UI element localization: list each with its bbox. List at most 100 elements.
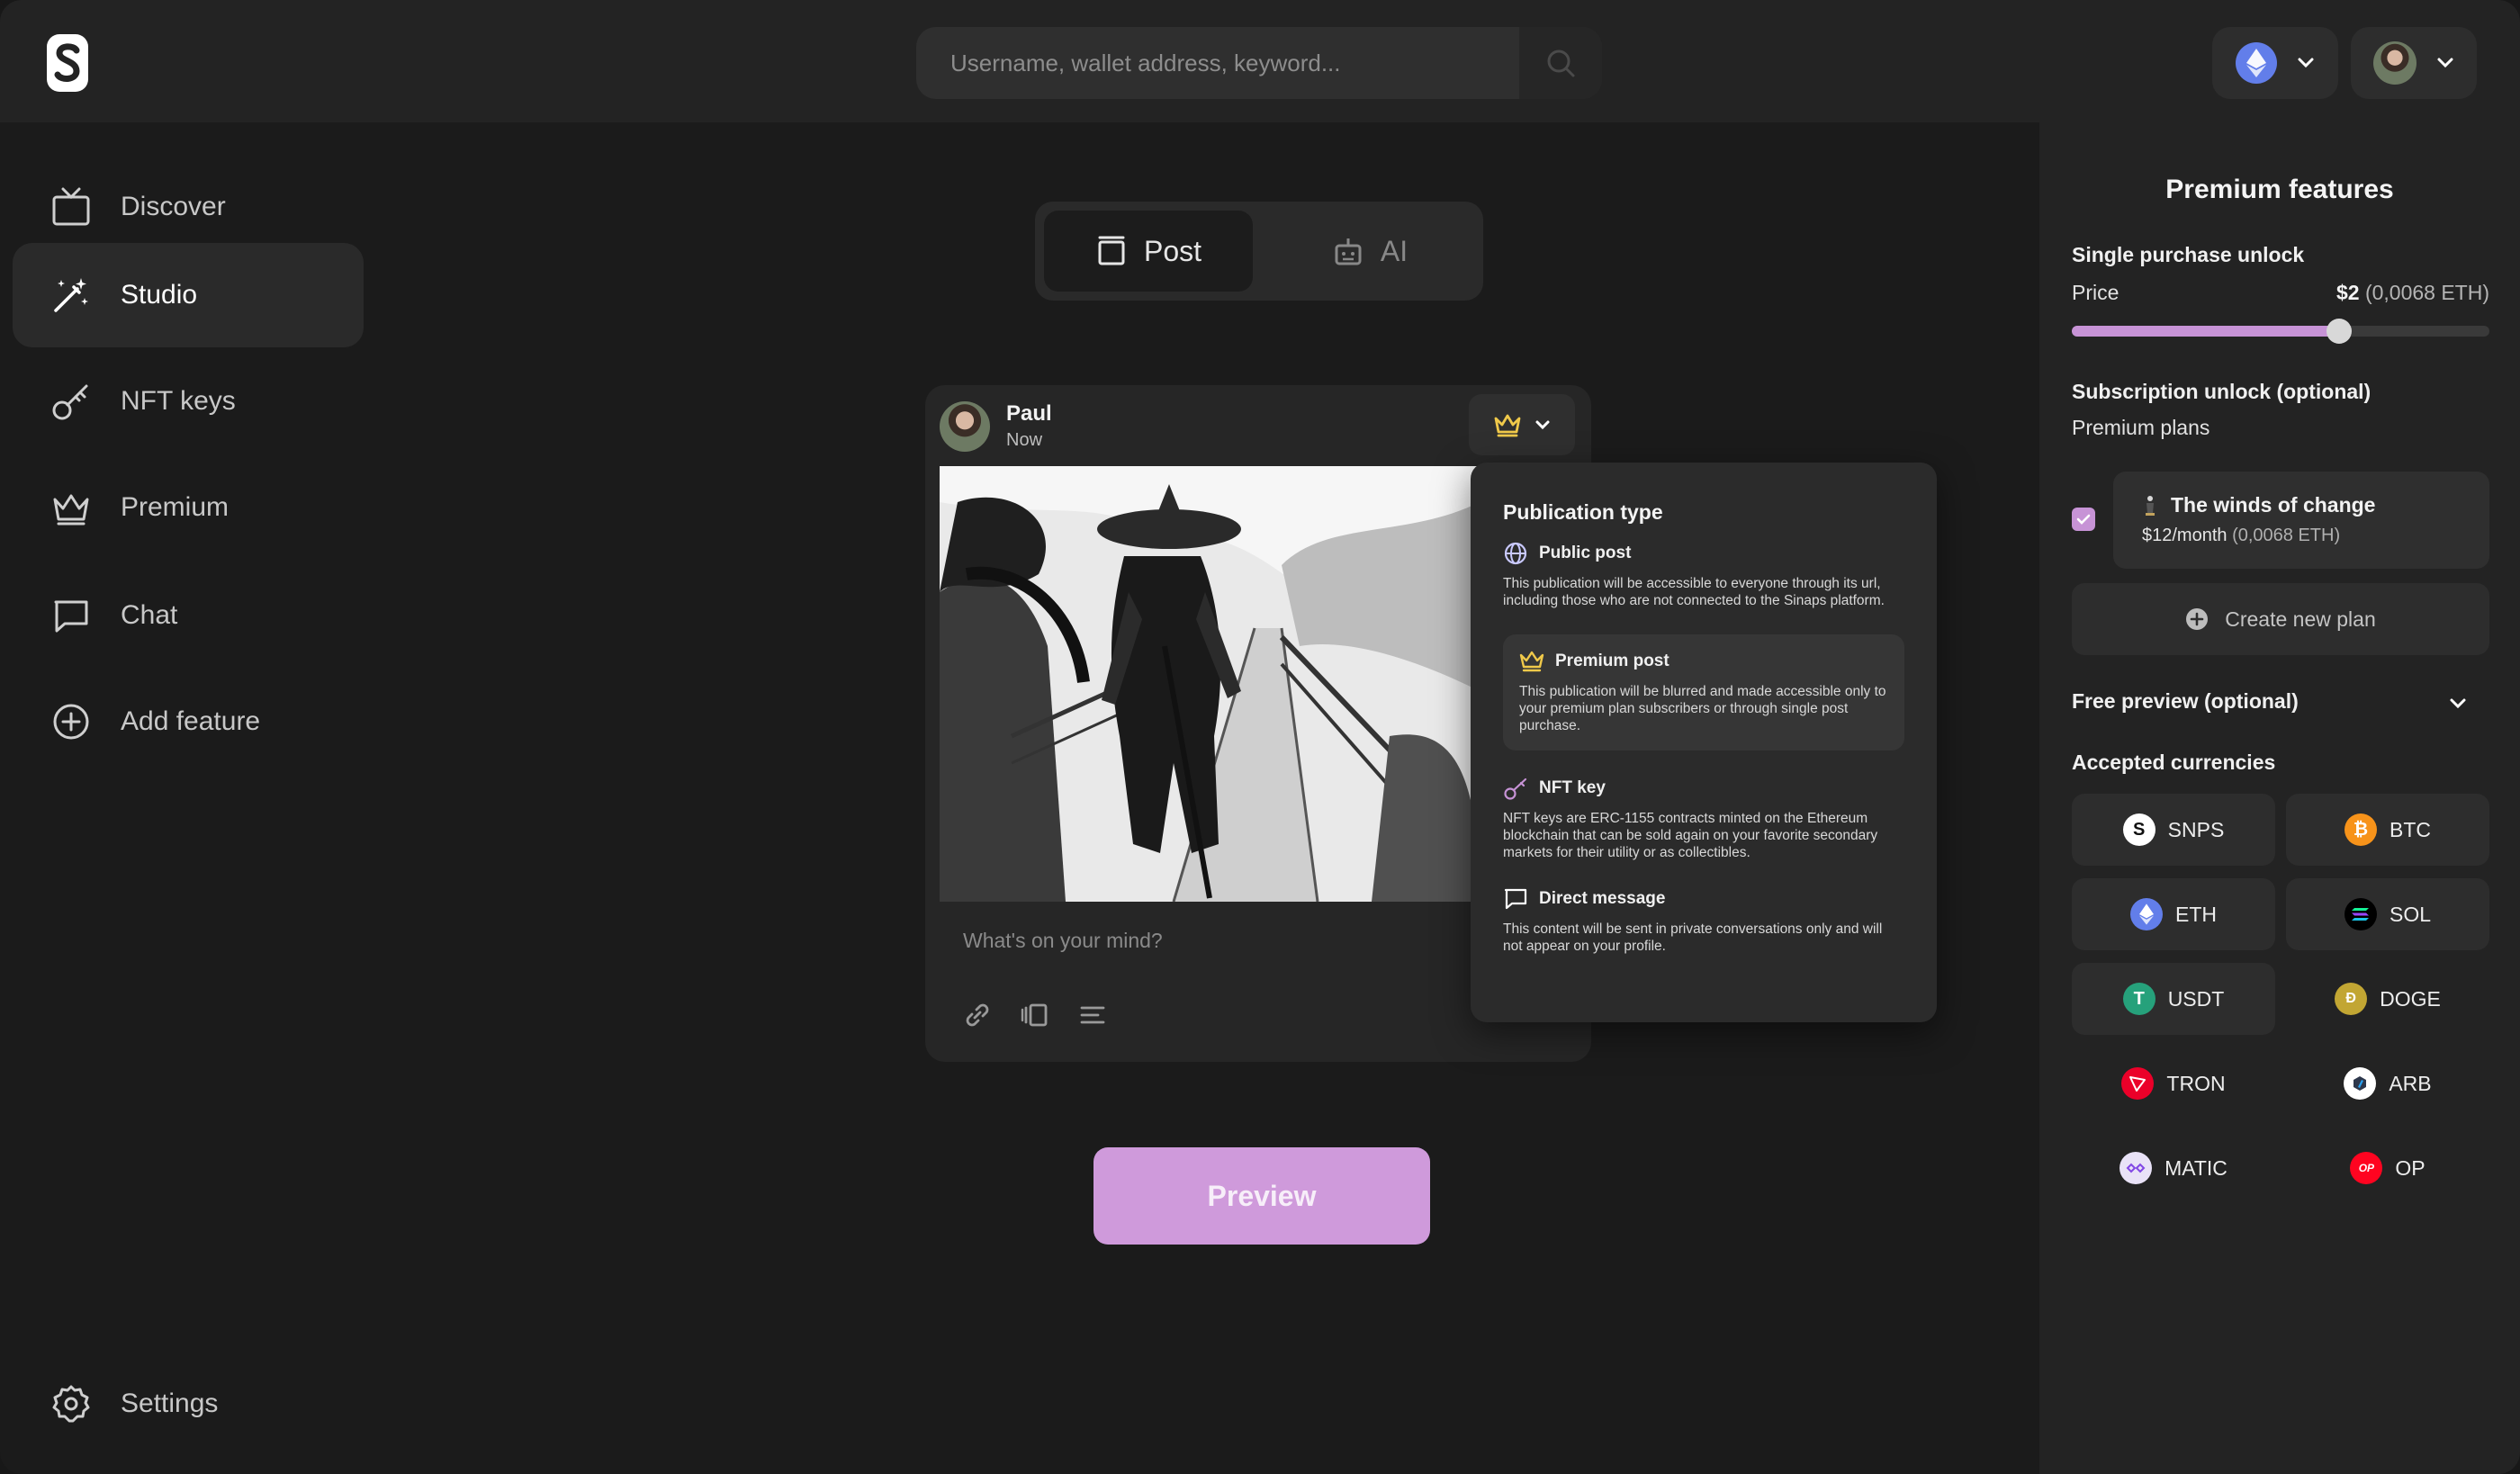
free-preview-toggle[interactable]: Free preview (optional) — [2072, 689, 2299, 714]
premium-features-panel: Premium features Single purchase unlock … — [2039, 122, 2520, 1474]
currency-doge[interactable]: Ð DOGE — [2286, 963, 2489, 1035]
option-label: Premium post — [1555, 652, 1670, 670]
currency-label: DOGE — [2380, 986, 2441, 1011]
price-label: Price — [2072, 281, 2120, 304]
post-icon — [1098, 236, 1125, 265]
post-toolbar — [963, 1001, 1107, 1029]
key-icon — [52, 384, 88, 420]
chevron-down-icon[interactable] — [2448, 697, 2468, 711]
tv-icon — [52, 187, 90, 226]
sinaps-logo[interactable] — [47, 34, 88, 92]
currency-label: ETH — [2175, 902, 2217, 926]
currency-btc[interactable]: ₿ BTC — [2286, 794, 2489, 866]
tab-label: AI — [1380, 234, 1408, 267]
option-description: This publication will be accessible to e… — [1503, 576, 1885, 608]
option-description: This content will be sent in private con… — [1503, 921, 1883, 954]
gear-icon — [52, 1385, 90, 1423]
search-button[interactable] — [1519, 27, 1602, 99]
polygon-icon — [2120, 1152, 2153, 1184]
ethereum-icon — [2130, 898, 2163, 930]
chat-icon — [1504, 888, 1527, 910]
option-label: Public post — [1539, 544, 1632, 562]
network-selector[interactable] — [2212, 27, 2338, 99]
currency-label: SNPS — [2167, 817, 2225, 841]
link-icon[interactable] — [963, 1001, 992, 1029]
create-plan-button[interactable]: Create new plan — [2072, 583, 2489, 655]
sidebar-item-label: Discover — [121, 192, 226, 221]
currency-sol[interactable]: SOL — [2286, 878, 2489, 950]
option-premium-post[interactable]: Premium post This publication will be bl… — [1503, 634, 1904, 750]
post-image — [940, 466, 1480, 902]
dogecoin-icon: Ð — [2335, 983, 2368, 1015]
currency-matic[interactable]: MATIC — [2072, 1132, 2275, 1204]
option-nft-key[interactable]: NFT key NFT keys are ERC-1155 contracts … — [1503, 776, 1904, 861]
key-icon — [1504, 777, 1527, 800]
price-slider[interactable] — [2072, 319, 2489, 344]
premium-plans-label: Premium plans — [2072, 416, 2210, 439]
preview-button[interactable]: Preview — [1094, 1147, 1430, 1245]
currency-tron[interactable]: TRON — [2072, 1047, 2275, 1119]
tab-label: Post — [1143, 234, 1202, 267]
editor-mode-tabs: Post AI — [1035, 202, 1483, 301]
price-slider-handle[interactable] — [2326, 319, 2352, 344]
chevron-down-icon — [1535, 420, 1550, 430]
app-window: Discover Studio NFT keys — [0, 0, 2520, 1474]
panel-title: Premium features — [2165, 175, 2394, 204]
crown-icon — [1519, 651, 1544, 672]
currency-label: TRON — [2166, 1071, 2226, 1095]
plan-name: The winds of change — [2171, 493, 2376, 517]
sidebar-item-add-feature[interactable]: Add feature — [13, 670, 364, 774]
currency-label: ARB — [2389, 1071, 2432, 1095]
plan-figure-icon — [2146, 496, 2155, 516]
sidebar-item-studio[interactable]: Studio — [13, 243, 364, 347]
solana-icon — [2344, 898, 2377, 930]
plan-checkbox[interactable] — [2072, 508, 2095, 531]
price-usd: $2 — [2336, 281, 2360, 304]
sidebar-item-label: Studio — [121, 280, 198, 310]
option-label: NFT key — [1539, 778, 1606, 797]
post-text-input[interactable]: What's on your mind? — [963, 929, 1163, 953]
currency-arb[interactable]: ARB — [2286, 1047, 2489, 1119]
sidebar-item-chat[interactable]: Chat — [13, 563, 364, 668]
bitcoin-icon: ₿ — [2344, 813, 2377, 846]
sidebar: Discover Studio NFT keys Premium Chat Ad… — [0, 122, 378, 1474]
tab-ai[interactable]: AI — [1265, 211, 1474, 292]
robot-icon — [1335, 238, 1362, 265]
option-direct-message[interactable]: Direct message This content will be sent… — [1503, 886, 1904, 955]
currency-label: OP — [2395, 1155, 2426, 1180]
sidebar-item-label: Chat — [121, 600, 178, 630]
sidebar-item-settings[interactable]: Settings — [13, 1352, 364, 1456]
publication-type-button[interactable] — [1469, 394, 1575, 455]
sidebar-item-nft-keys[interactable]: NFT keys — [13, 349, 364, 454]
search-input[interactable] — [916, 27, 1519, 99]
author-name: Paul — [1006, 401, 1052, 426]
accepted-currencies-title: Accepted currencies — [2072, 750, 2276, 774]
top-bar — [0, 0, 2520, 122]
premium-plan-card[interactable]: The winds of change $12/month (0,0068 ET… — [2113, 472, 2489, 569]
tether-icon: T — [2122, 983, 2156, 1015]
sidebar-item-label: Add feature — [121, 706, 261, 736]
option-public-post[interactable]: Public post This publication will be acc… — [1503, 541, 1904, 609]
option-description: NFT keys are ERC-1155 contracts minted o… — [1503, 811, 1878, 860]
post-time: Now — [1006, 430, 1043, 450]
user-menu[interactable] — [2351, 27, 2477, 99]
sidebar-item-premium[interactable]: Premium — [13, 455, 364, 560]
chat-icon — [54, 600, 88, 633]
chevron-down-icon — [2437, 58, 2453, 68]
tron-icon — [2121, 1067, 2155, 1100]
carousel-icon[interactable] — [1021, 1001, 1049, 1029]
search-icon — [1547, 49, 1575, 77]
currency-label: BTC — [2390, 817, 2431, 841]
text-align-icon[interactable] — [1078, 1001, 1107, 1029]
currency-usdt[interactable]: T USDT — [2072, 963, 2275, 1035]
price-slider-fill — [2072, 326, 2339, 337]
tab-post[interactable]: Post — [1044, 211, 1253, 292]
currency-label: USDT — [2167, 986, 2225, 1011]
currency-op[interactable]: OP OP — [2286, 1132, 2489, 1204]
currency-snps[interactable]: S SNPS — [2072, 794, 2275, 866]
currency-eth[interactable]: ETH — [2072, 878, 2275, 950]
plan-price-usd: $12/month — [2142, 526, 2228, 545]
plan-price-eth: (0,0068 ETH) — [2232, 526, 2341, 545]
arbitrum-icon — [2344, 1067, 2377, 1100]
optimism-icon: OP — [2350, 1152, 2383, 1184]
